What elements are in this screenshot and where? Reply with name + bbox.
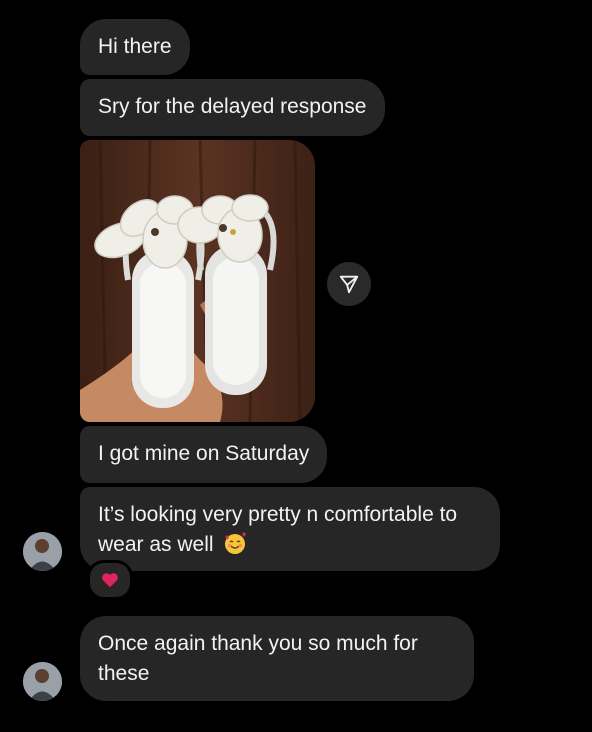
avatar[interactable]	[23, 662, 62, 701]
message-bubble-greeting[interactable]: Hi there	[80, 19, 190, 75]
avatar[interactable]	[23, 532, 62, 571]
sandals-image	[80, 140, 315, 422]
send-paper-plane-icon	[339, 275, 359, 294]
message-text: Hi there	[98, 35, 172, 58]
red-heart-icon	[102, 573, 118, 588]
avatar-image	[23, 662, 62, 701]
message-text: Once again thank you so much for these	[98, 632, 418, 685]
share-button[interactable]	[327, 262, 371, 306]
message-bubble-thanks[interactable]: Once again thank you so much for these	[80, 616, 474, 701]
message-bubble-compliment[interactable]: It’s looking very pretty n comfortable t…	[80, 487, 500, 571]
heart-reaction[interactable]	[87, 560, 133, 600]
sandals-photo[interactable]	[80, 140, 315, 422]
message-text: It’s looking very pretty n comfortable t…	[98, 503, 458, 556]
message-bubble-apology[interactable]: Sry for the delayed response	[80, 79, 385, 136]
smiling-face-with-hearts-icon	[223, 531, 247, 555]
avatar-image	[23, 532, 62, 571]
message-text: Sry for the delayed response	[98, 95, 367, 118]
message-text: I got mine on Saturday	[98, 442, 310, 465]
message-bubble-received-date[interactable]: I got mine on Saturday	[80, 426, 328, 483]
